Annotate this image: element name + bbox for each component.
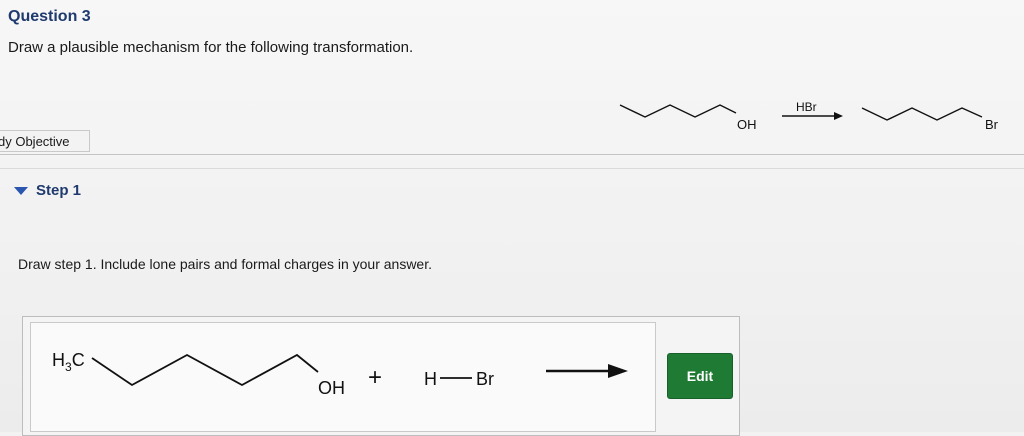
h3c-h: H: [52, 350, 65, 370]
plus-sign: +: [368, 364, 382, 391]
answer-chain: [91, 353, 319, 387]
hbr-h-label: H: [424, 369, 437, 389]
h3c-label: H3C: [52, 350, 85, 374]
h3c-c: C: [72, 350, 85, 370]
answer-arrowhead: [608, 364, 628, 378]
answer-oh-label: OH: [318, 378, 345, 398]
hbr-br-label: Br: [476, 369, 494, 389]
edit-button[interactable]: Edit: [667, 353, 733, 399]
answer-drawing: H3C OH + H Br: [52, 350, 628, 398]
question-page: Question 3 Draw a plausible mechanism fo…: [0, 0, 1024, 436]
